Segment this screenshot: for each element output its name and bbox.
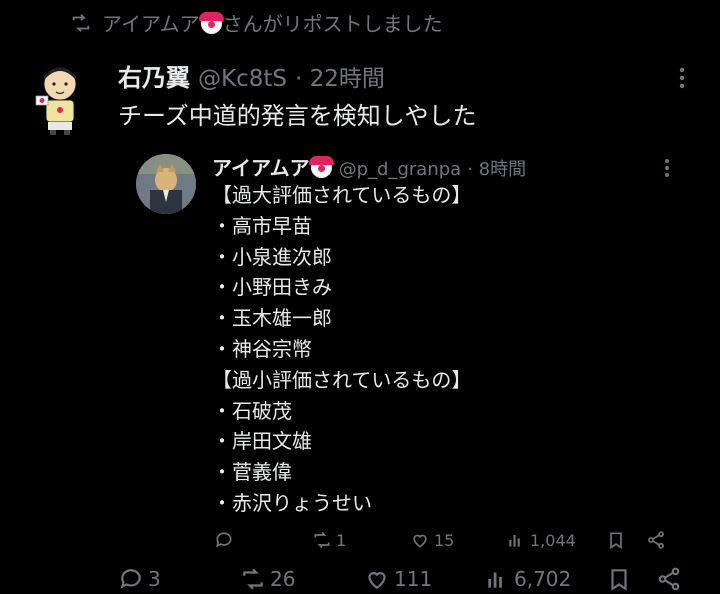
reply-button[interactable]: 3 [118,566,161,592]
clown-emoji-icon [198,12,224,34]
share-icon [648,531,664,549]
bookmark-icon [611,569,627,591]
quote-share-button[interactable] [646,530,666,550]
quote-time[interactable]: · 8時間 [467,155,526,181]
views-count: 6,702 [514,567,572,591]
quote-text: 【過大評価されているもの】 ・高市早苗 ・小泉進次郎 ・小野田きみ ・玉木雄一郎… [212,180,471,519]
views-icon [488,572,502,588]
quote-reply-button[interactable] [214,530,238,550]
quote-line: 【過小評価されているもの】 [212,367,472,392]
quote-action-bar: 1 15 1,044 [0,530,720,554]
bookmark-button[interactable] [606,566,632,592]
quote-like-count: 15 [434,530,455,550]
quote-bookmark-button[interactable] [606,530,626,550]
quote-line: ・赤沢りょうせい [212,490,372,515]
heart-icon [413,534,427,548]
views-icon [509,535,520,547]
tweet-text: チーズ中道的発言を検知しやした [118,102,477,130]
quote-line: ・石破茂 [212,398,292,423]
quote-line: ・岸田文雄 [212,429,312,454]
main-action-bar: 3 26 111 6,702 [0,566,720,594]
more-options-icon[interactable] [658,156,676,180]
quote-author-handle[interactable]: @p_d_granpa [339,159,462,180]
quote-views-button[interactable]: 1,044 [506,530,576,550]
quote-header: アイアムア @p_d_granpa · 8時間 [212,152,526,181]
quote-line: ・菅義偉 [212,460,292,485]
like-count: 111 [394,567,433,591]
share-button[interactable] [656,566,682,592]
reply-icon [120,569,141,589]
bookmark-icon [610,532,622,550]
author-name[interactable]: 右乃翼 [118,58,190,93]
quote-repost-button[interactable]: 1 [312,530,346,550]
quote-repost-count: 1 [336,530,347,550]
reply-count: 3 [148,567,161,591]
share-icon [658,567,680,591]
main-tweet-header: 右乃翼 @Kc8tS · 22時間 [118,58,385,93]
more-options-icon[interactable] [672,64,692,92]
quote-line: ・高市早苗 [212,213,312,238]
reposter-name: アイアムア [102,12,200,36]
quote-line: 【過大評価されているもの】 [212,183,472,207]
reply-icon [216,532,232,548]
repost-button[interactable]: 26 [240,566,295,592]
like-button[interactable]: 111 [364,566,432,592]
quote-line: ・玉木雄一郎 [212,306,332,331]
repost-icon [243,568,263,590]
repost-suffix: さんがリポストしました [222,12,443,36]
author-handle[interactable]: @Kc8tS [198,66,287,92]
clown-emoji-icon [308,156,334,178]
quote-like-button[interactable]: 15 [410,530,454,550]
repost-count: 26 [270,567,296,591]
repost-context[interactable]: アイアムア さんがリポストしました [70,8,443,37]
quote-author-name[interactable]: アイアムア [212,152,334,181]
quote-views-count: 1,044 [530,530,576,550]
tweet-time[interactable]: · 22時間 [295,59,385,93]
heart-icon [368,572,386,589]
quote-line: ・小泉進次郎 [212,244,332,269]
quote-avatar[interactable] [136,154,196,214]
avatar[interactable] [34,62,86,136]
views-button[interactable]: 6,702 [484,566,571,592]
repost-icon [314,531,330,549]
quote-line: ・神谷宗幣 [212,336,312,361]
repost-icon [72,13,90,32]
quote-line: ・小野田きみ [212,275,332,300]
